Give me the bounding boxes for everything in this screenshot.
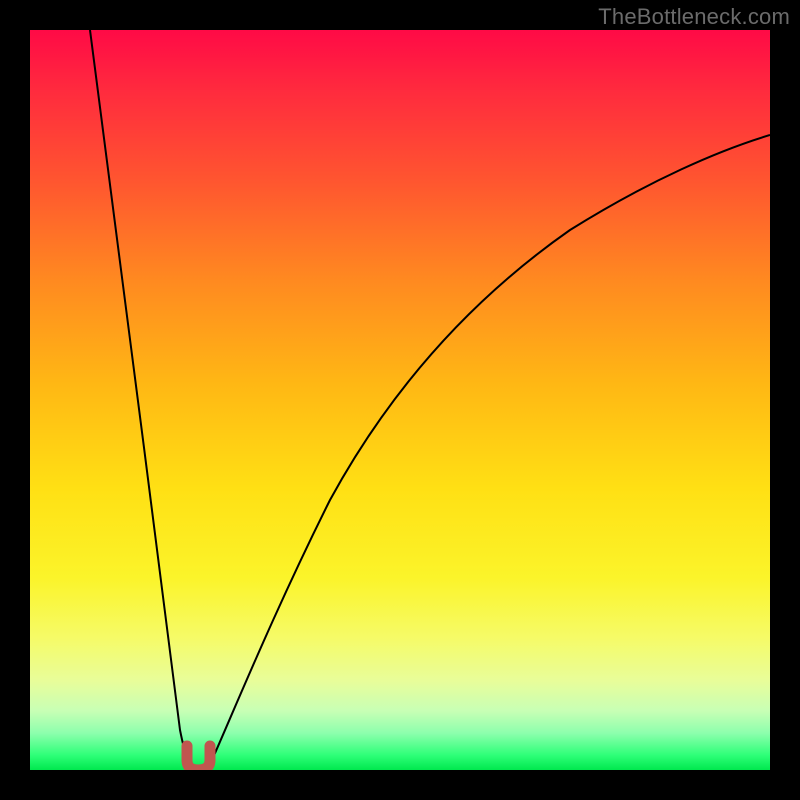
minimum-marker-u [187, 746, 210, 770]
watermark-text: TheBottleneck.com [598, 4, 790, 30]
curve-left-branch [90, 30, 188, 762]
bottleneck-curve [30, 30, 770, 770]
curve-right-branch [212, 135, 770, 760]
plot-frame [30, 30, 770, 770]
